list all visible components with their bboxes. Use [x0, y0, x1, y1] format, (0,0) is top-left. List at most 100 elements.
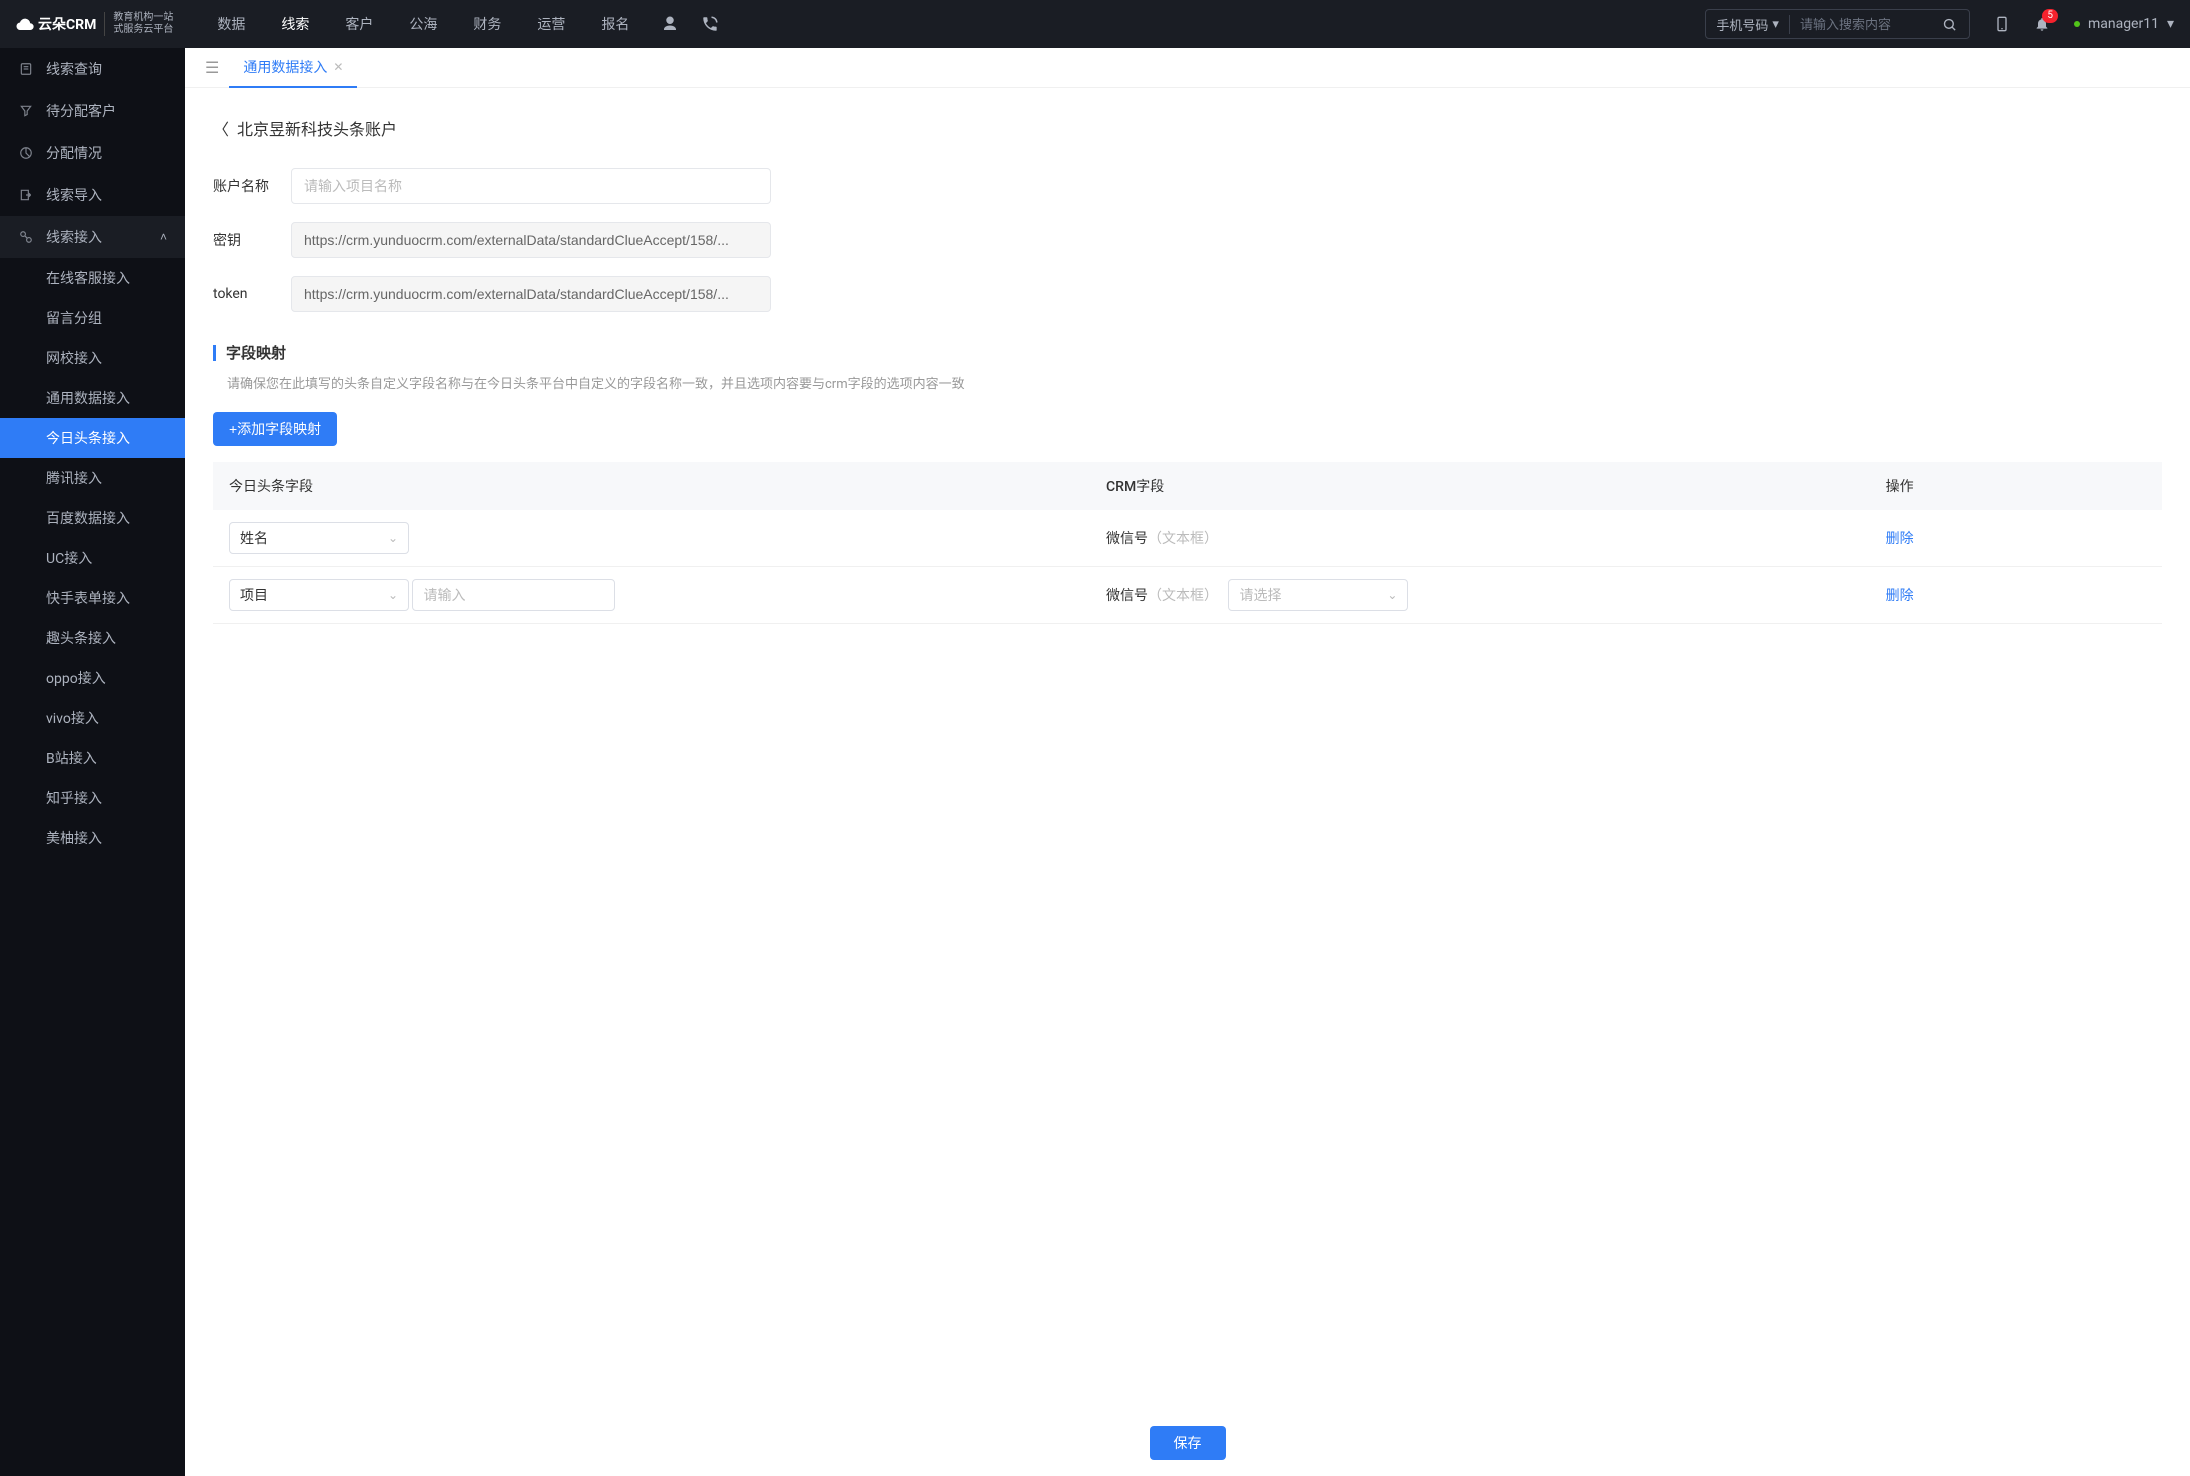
- table-row: 项目⌄ 微信号（文本框） 请选择⌄ 删除: [213, 567, 2162, 624]
- delete-link[interactable]: 删除: [1886, 531, 1914, 547]
- sidebar-sub-item[interactable]: 趣头条接入: [0, 618, 185, 658]
- notification-badge: 5: [2042, 9, 2058, 23]
- secret-input[interactable]: [291, 222, 771, 258]
- toutiao-field-input[interactable]: [412, 579, 615, 611]
- nav-item[interactable]: 运营: [533, 14, 569, 34]
- chevron-down-icon: ⌄: [388, 531, 398, 545]
- page-content: 〈 北京昱新科技头条账户 账户名称 密钥 token 字段映射: [185, 88, 2190, 1476]
- crm-field-name: 微信号: [1106, 531, 1148, 547]
- status-dot-icon: [2074, 21, 2080, 27]
- token-input[interactable]: [291, 276, 771, 312]
- crm-field-hint: （文本框）: [1148, 588, 1218, 604]
- sidebar-sub-item[interactable]: 百度数据接入: [0, 498, 185, 538]
- section-bar-icon: [213, 345, 216, 361]
- sidebar-sub-item[interactable]: B站接入: [0, 738, 185, 778]
- chevron-down-icon: ▾: [1772, 17, 1779, 32]
- nav-item[interactable]: 公海: [405, 14, 441, 34]
- nav-item[interactable]: 财务: [469, 14, 505, 34]
- sidebar-item[interactable]: 线索接入 ˄: [0, 216, 185, 258]
- back-icon: 〈: [213, 116, 229, 140]
- page-title-text: 北京昱新科技头条账户: [237, 116, 397, 140]
- sidebar-item-label: 线索导入: [46, 185, 102, 205]
- top-header: 云朵CRM 教育机构一站 式服务云平台 数据 线索 客户 公海 财务 运营 报名 手机号码 …: [0, 0, 2190, 48]
- chart-icon: [18, 146, 34, 160]
- save-button[interactable]: 保存: [1150, 1426, 1226, 1460]
- search-input[interactable]: [1790, 17, 1930, 32]
- search-box: 手机号码 ▾: [1705, 9, 1970, 39]
- sidebar-sub-item[interactable]: oppo接入: [0, 658, 185, 698]
- mapping-table: 今日头条字段 CRM字段 操作 姓名⌄微信号（文本框）删除项目⌄ 微信号（文本框…: [213, 462, 2162, 624]
- doc-icon: [18, 62, 34, 76]
- th-toutiao-field: 今日头条字段: [213, 462, 1090, 510]
- sidebar-sub-item[interactable]: 美柚接入: [0, 818, 185, 858]
- search-category-label: 手机号码: [1716, 15, 1768, 34]
- sidebar-item[interactable]: 线索导入: [0, 174, 185, 216]
- sidebar-item[interactable]: 分配情况: [0, 132, 185, 174]
- sidebar-sub-item[interactable]: 快手表单接入: [0, 578, 185, 618]
- sidebar-item[interactable]: 线索查询: [0, 48, 185, 90]
- person-icon[interactable]: [661, 15, 679, 33]
- page-title-back[interactable]: 〈 北京昱新科技头条账户: [213, 116, 2162, 140]
- sidebar-item-label: 分配情况: [46, 143, 102, 163]
- sidebar-sub-item[interactable]: 网校接入: [0, 338, 185, 378]
- account-name-label: 账户名称: [213, 176, 273, 196]
- token-label: token: [213, 286, 273, 302]
- logo-sub1: 教育机构一站: [113, 12, 173, 24]
- nav-item[interactable]: 线索: [277, 14, 313, 34]
- phone-icon[interactable]: [701, 15, 719, 33]
- th-crm-field: CRM字段: [1090, 462, 1870, 510]
- nav-item[interactable]: 数据: [213, 14, 249, 34]
- cloud-icon: [16, 17, 34, 31]
- search-button[interactable]: [1930, 17, 1969, 32]
- account-name-input[interactable]: [291, 168, 771, 204]
- tabs-collapse-icon[interactable]: ☰: [195, 58, 229, 77]
- plug-icon: [18, 230, 34, 244]
- search-category-select[interactable]: 手机号码 ▾: [1706, 15, 1790, 34]
- sidebar-sub-item[interactable]: 通用数据接入: [0, 378, 185, 418]
- crm-field-select[interactable]: 请选择⌄: [1228, 579, 1408, 611]
- username-label: manager11: [2088, 16, 2159, 32]
- sidebar-sub-item[interactable]: vivo接入: [0, 698, 185, 738]
- close-icon[interactable]: ✕: [333, 60, 343, 74]
- table-row: 姓名⌄ 微信号（文本框） 删除: [213, 510, 2162, 567]
- export-icon: [18, 188, 34, 202]
- sidebar-item-label: 线索查询: [46, 59, 102, 79]
- sidebar-item[interactable]: 待分配客户: [0, 90, 185, 132]
- chevron-down-icon: ⌄: [1387, 588, 1397, 602]
- toutiao-field-select[interactable]: 项目⌄: [229, 579, 409, 611]
- mobile-icon[interactable]: [1994, 15, 2010, 33]
- secret-label: 密钥: [213, 230, 273, 250]
- sidebar-sub-item[interactable]: 腾讯接入: [0, 458, 185, 498]
- chevron-up-icon: ˄: [160, 230, 167, 244]
- notification-bell[interactable]: 5: [2034, 15, 2050, 33]
- filter-icon: [18, 104, 34, 118]
- sidebar-sub-item[interactable]: 在线客服接入: [0, 258, 185, 298]
- main-nav: 数据 线索 客户 公海 财务 运营 报名: [213, 14, 633, 34]
- sidebar-sub-item[interactable]: UC接入: [0, 538, 185, 578]
- main-area: ☰ 通用数据接入 ✕ 〈 北京昱新科技头条账户 账户名称 密钥 token: [185, 48, 2190, 1476]
- user-menu[interactable]: manager11 ▾: [2074, 16, 2174, 32]
- section-title: 字段映射: [226, 342, 286, 363]
- sidebar-sub-item[interactable]: 今日头条接入: [0, 418, 185, 458]
- sidebar-sub-item[interactable]: 留言分组: [0, 298, 185, 338]
- crm-field-hint: （文本框）: [1148, 531, 1218, 547]
- crm-field-name: 微信号: [1106, 588, 1148, 604]
- add-mapping-button[interactable]: +添加字段映射: [213, 412, 337, 446]
- tabbar: ☰ 通用数据接入 ✕: [185, 48, 2190, 88]
- sidebar-sub-item[interactable]: 知乎接入: [0, 778, 185, 818]
- page-footer: 保存: [185, 1410, 2190, 1476]
- logo-text: 云朵CRM: [38, 14, 96, 34]
- chevron-down-icon: ▾: [2167, 16, 2174, 32]
- section-desc: 请确保您在此填写的头条自定义字段名称与在今日头条平台中自定义的字段名称一致，并且…: [213, 373, 2162, 392]
- tab[interactable]: 通用数据接入 ✕: [229, 48, 357, 88]
- sidebar: 线索查询待分配客户分配情况线索导入线索接入 ˄ 在线客服接入留言分组网校接入通用数据…: [0, 48, 185, 1476]
- delete-link[interactable]: 删除: [1886, 588, 1914, 604]
- sidebar-item-label: 线索接入: [46, 227, 102, 247]
- logo-sub2: 式服务云平台: [113, 24, 173, 36]
- tab-label: 通用数据接入: [243, 57, 327, 77]
- nav-item[interactable]: 报名: [597, 14, 633, 34]
- toutiao-field-select[interactable]: 姓名⌄: [229, 522, 409, 554]
- logo[interactable]: 云朵CRM 教育机构一站 式服务云平台: [16, 12, 173, 36]
- nav-item[interactable]: 客户: [341, 14, 377, 34]
- th-action: 操作: [1870, 462, 2162, 510]
